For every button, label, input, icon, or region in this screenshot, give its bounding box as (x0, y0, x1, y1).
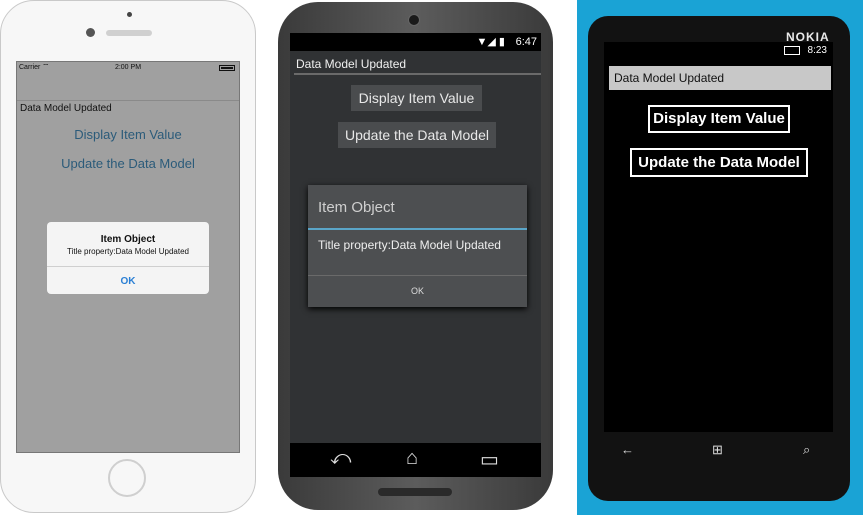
ios-alert-title: Item Object (100, 234, 156, 245)
android-dialog-accent-line (308, 228, 527, 230)
android-clock: 6:47 (515, 36, 537, 48)
recents-icon[interactable]: ▭ (480, 447, 499, 472)
android-data-label: Data Model Updated (296, 57, 407, 71)
signal-battery-icons: ▼◢ ▮ (476, 36, 505, 48)
ios-data-label: Data Model Updated (20, 103, 112, 114)
back-icon[interactable]: ← (621, 442, 634, 457)
wp-screen: 8:23 Data Model Updated Display Item Val… (604, 42, 833, 432)
ios-screen: Carrier ⌔ 2:00 PM Data Model Updated Dis… (16, 61, 240, 453)
wp-status-bar: 8:23 (783, 45, 827, 56)
android-dialog-title: Item Object (318, 199, 395, 216)
android-dialog-ok-button[interactable]: OK (308, 286, 527, 296)
wp-clock: 8:23 (807, 45, 827, 56)
android-update-model-button[interactable]: Update the Data Model (338, 122, 496, 148)
android-divider (294, 73, 541, 75)
android-screen: ▼◢ ▮ 6:47 Data Model Updated Display Ite… (290, 33, 541, 477)
iphone-home-button[interactable] (108, 459, 146, 497)
ios-update-model-button[interactable]: Update the Data Model (17, 156, 239, 171)
android-dialog-divider (308, 275, 527, 276)
ios-divider (17, 100, 239, 101)
battery-icon (783, 45, 800, 55)
android-dialog-message: Title property:Data Model Updated (318, 238, 501, 252)
android-dialog: Item Object Title property:Data Model Up… (308, 185, 527, 307)
ios-clock: 2:00 PM (114, 64, 142, 71)
android-speaker (378, 488, 452, 496)
home-icon[interactable]: ⌂ (406, 447, 418, 470)
iphone-speaker (106, 30, 152, 36)
wp-nav-bar: ← ⊞ ⌕ (604, 440, 833, 464)
android-front-camera (408, 14, 420, 26)
iphone-front-camera (86, 28, 95, 37)
android-status-bar: ▼◢ ▮ 6:47 (290, 33, 541, 51)
android-nav-bar: ⤺ ⌂ ▭ (290, 443, 541, 477)
ios-alert-ok-button[interactable]: OK (47, 276, 209, 287)
wp-update-model-button[interactable]: Update the Data Model (630, 148, 808, 177)
back-icon[interactable]: ⤺ (330, 447, 351, 470)
windows-start-icon[interactable]: ⊞ (712, 442, 723, 458)
search-icon[interactable]: ⌕ (803, 442, 810, 458)
ios-alert: Item Object Title property:Data Model Up… (47, 222, 209, 294)
wp-data-label: Data Model Updated (609, 66, 831, 90)
android-display-item-button[interactable]: Display Item Value (351, 85, 482, 111)
wp-display-item-button[interactable]: Display Item Value (648, 105, 790, 133)
ios-status-bar: Carrier ⌔ 2:00 PM (17, 62, 239, 74)
battery-icon (219, 65, 235, 71)
ios-alert-divider (47, 266, 209, 267)
ios-alert-message: Title property:Data Model Updated (67, 247, 189, 256)
ios-display-item-button[interactable]: Display Item Value (17, 127, 239, 142)
iphone-camera (127, 12, 132, 17)
